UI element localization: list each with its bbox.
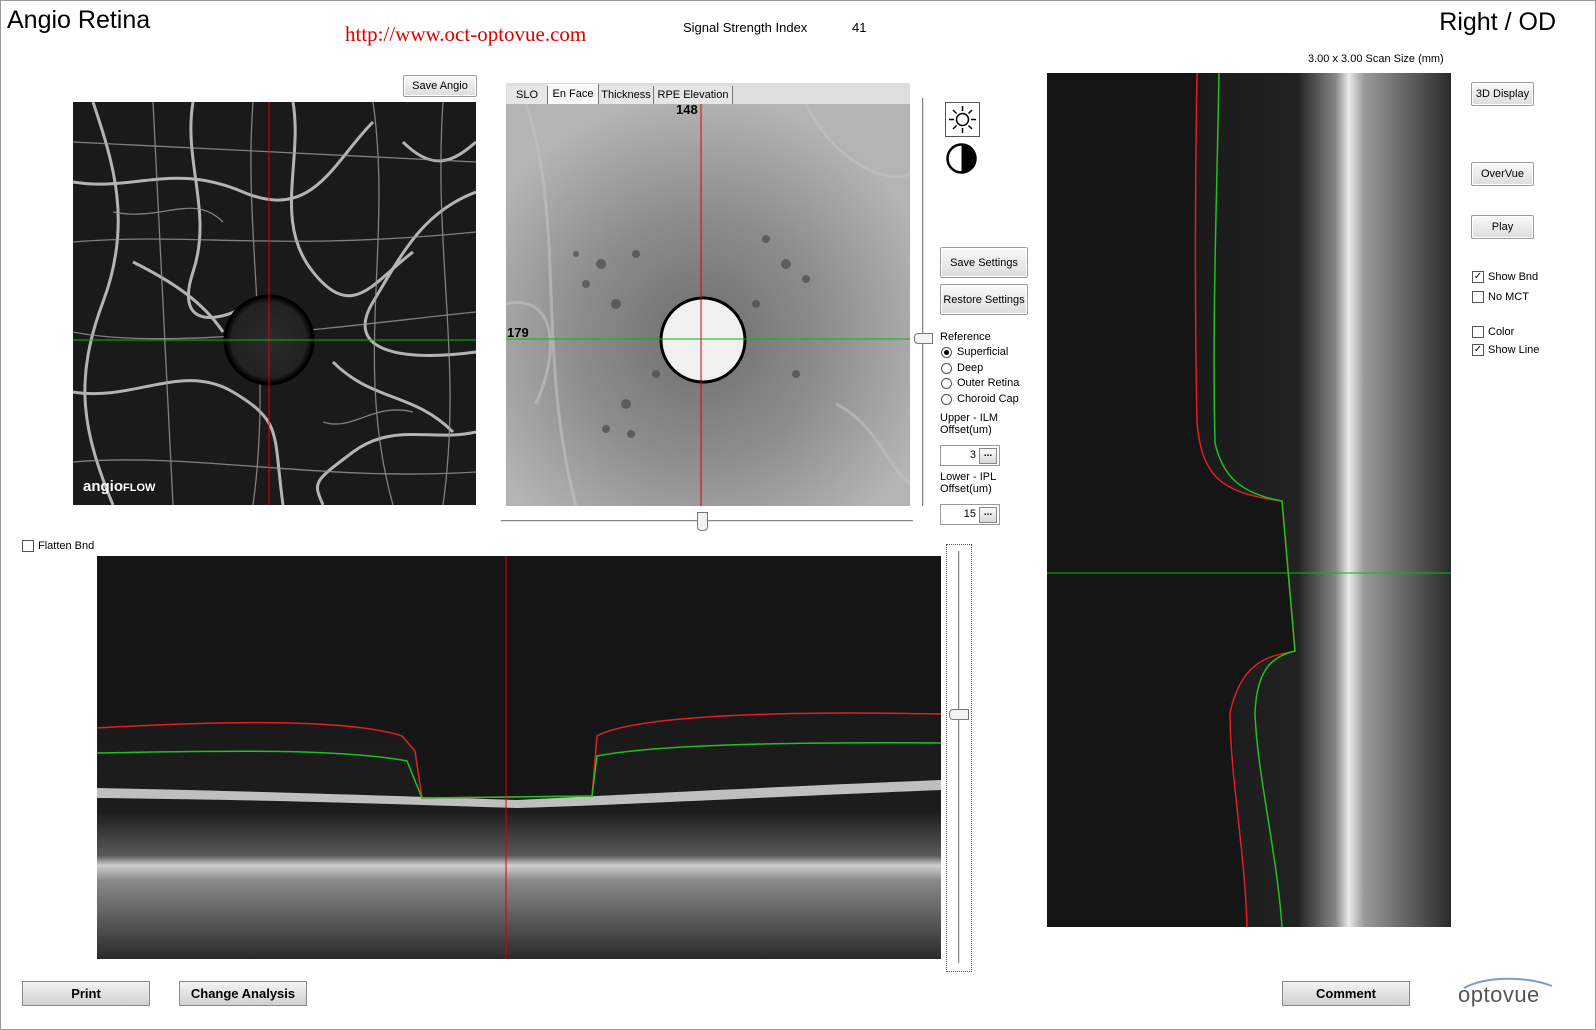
angioflow-watermark: angioFLOW [83, 478, 156, 495]
angio-image[interactable]: angioFLOW [73, 102, 476, 505]
radio-outer-retina[interactable] [941, 378, 952, 389]
show-line-checkbox[interactable]: ✓ [1472, 344, 1484, 356]
enface-map [506, 104, 910, 506]
tab-en-face[interactable]: En Face [548, 84, 599, 104]
scan-size-label: 3.00 x 3.00 Scan Size (mm) [1308, 53, 1444, 65]
enface-top-marker: 148 [676, 104, 698, 117]
show-bnd-checkbox[interactable]: ✓ [1472, 271, 1484, 283]
color-label: Color [1488, 326, 1515, 338]
save-settings-button[interactable]: Save Settings [940, 247, 1028, 278]
bscan-depth-thumb[interactable] [949, 709, 969, 720]
restore-settings-button[interactable]: Restore Settings [940, 284, 1028, 315]
radio-choroid-cap[interactable] [941, 394, 952, 405]
app-title: Angio Retina [7, 6, 151, 34]
bscan-depth-slider[interactable] [946, 544, 972, 972]
color-checkbox[interactable] [1472, 326, 1484, 338]
vertical-bscan [1047, 73, 1451, 927]
save-angio-button[interactable]: Save Angio [403, 75, 477, 97]
show-bnd-label: Show Bnd [1488, 271, 1539, 283]
optovue-logo-text: optovue [1458, 982, 1540, 1007]
radio-deep-label: Deep [957, 362, 984, 374]
optovue-logo: optovue [1456, 972, 1560, 1012]
enface-horizontal-thumb[interactable] [697, 512, 708, 531]
radio-superficial[interactable] [941, 347, 952, 358]
upper-offset-more-button[interactable]: ... [979, 448, 997, 464]
angio-vessel-map [73, 102, 476, 505]
eye-label: Right / OD [1439, 8, 1556, 36]
enface-vertical-thumb[interactable] [914, 333, 933, 344]
flatten-bnd-label: Flatten Bnd [38, 540, 95, 552]
radio-deep[interactable] [941, 363, 952, 374]
show-line-label: Show Line [1488, 344, 1540, 356]
no-mct-checkbox[interactable] [1472, 291, 1484, 303]
no-mct-label: No MCT [1488, 291, 1529, 303]
contrast-icon[interactable] [945, 142, 978, 175]
print-button[interactable]: Print [22, 981, 150, 1006]
signal-strength-label: Signal Strength Index [683, 20, 808, 35]
3d-display-button[interactable]: 3D Display [1471, 82, 1534, 106]
url-text: http://www.oct-optovue.com [345, 22, 587, 46]
tab-rpe-elevation[interactable]: RPE Elevation [654, 86, 733, 104]
enface-left-marker: 179 [507, 325, 529, 340]
horizontal-bscan-image[interactable] [97, 556, 941, 959]
enface-vertical-track[interactable] [922, 98, 924, 506]
radio-outer-retina-label: Outer Retina [957, 377, 1020, 389]
upper-offset-value: 3 [969, 449, 976, 461]
overvue-button[interactable]: OverVue [1471, 162, 1534, 186]
reference-label: Reference [940, 331, 991, 343]
comment-button[interactable]: Comment [1282, 981, 1410, 1006]
tab-thickness[interactable]: Thickness [599, 86, 654, 104]
upper-offset-label: Upper - ILM Offset(um) [940, 412, 999, 436]
lower-offset-field[interactable]: 15 ... [940, 504, 1000, 525]
enface-image[interactable]: 148 179 [506, 104, 910, 506]
upper-offset-field[interactable]: 3 ... [940, 445, 1000, 466]
horizontal-bscan [97, 556, 941, 959]
sun-icon[interactable] [945, 102, 980, 137]
vertical-bscan-image[interactable] [1047, 73, 1451, 927]
play-button[interactable]: Play [1471, 215, 1534, 239]
tab-slo[interactable]: SLO [507, 86, 548, 104]
bscan-depth-track [958, 551, 960, 963]
lower-offset-more-button[interactable]: ... [979, 507, 997, 523]
change-analysis-button[interactable]: Change Analysis [179, 981, 307, 1006]
lower-offset-label: Lower - IPL Offset(um) [940, 471, 997, 495]
radio-choroid-cap-label: Choroid Cap [957, 393, 1019, 405]
signal-strength-value: 41 [852, 20, 867, 35]
flatten-bnd-checkbox[interactable] [22, 540, 34, 552]
lower-offset-value: 15 [963, 508, 976, 520]
radio-superficial-label: Superficial [957, 346, 1009, 358]
